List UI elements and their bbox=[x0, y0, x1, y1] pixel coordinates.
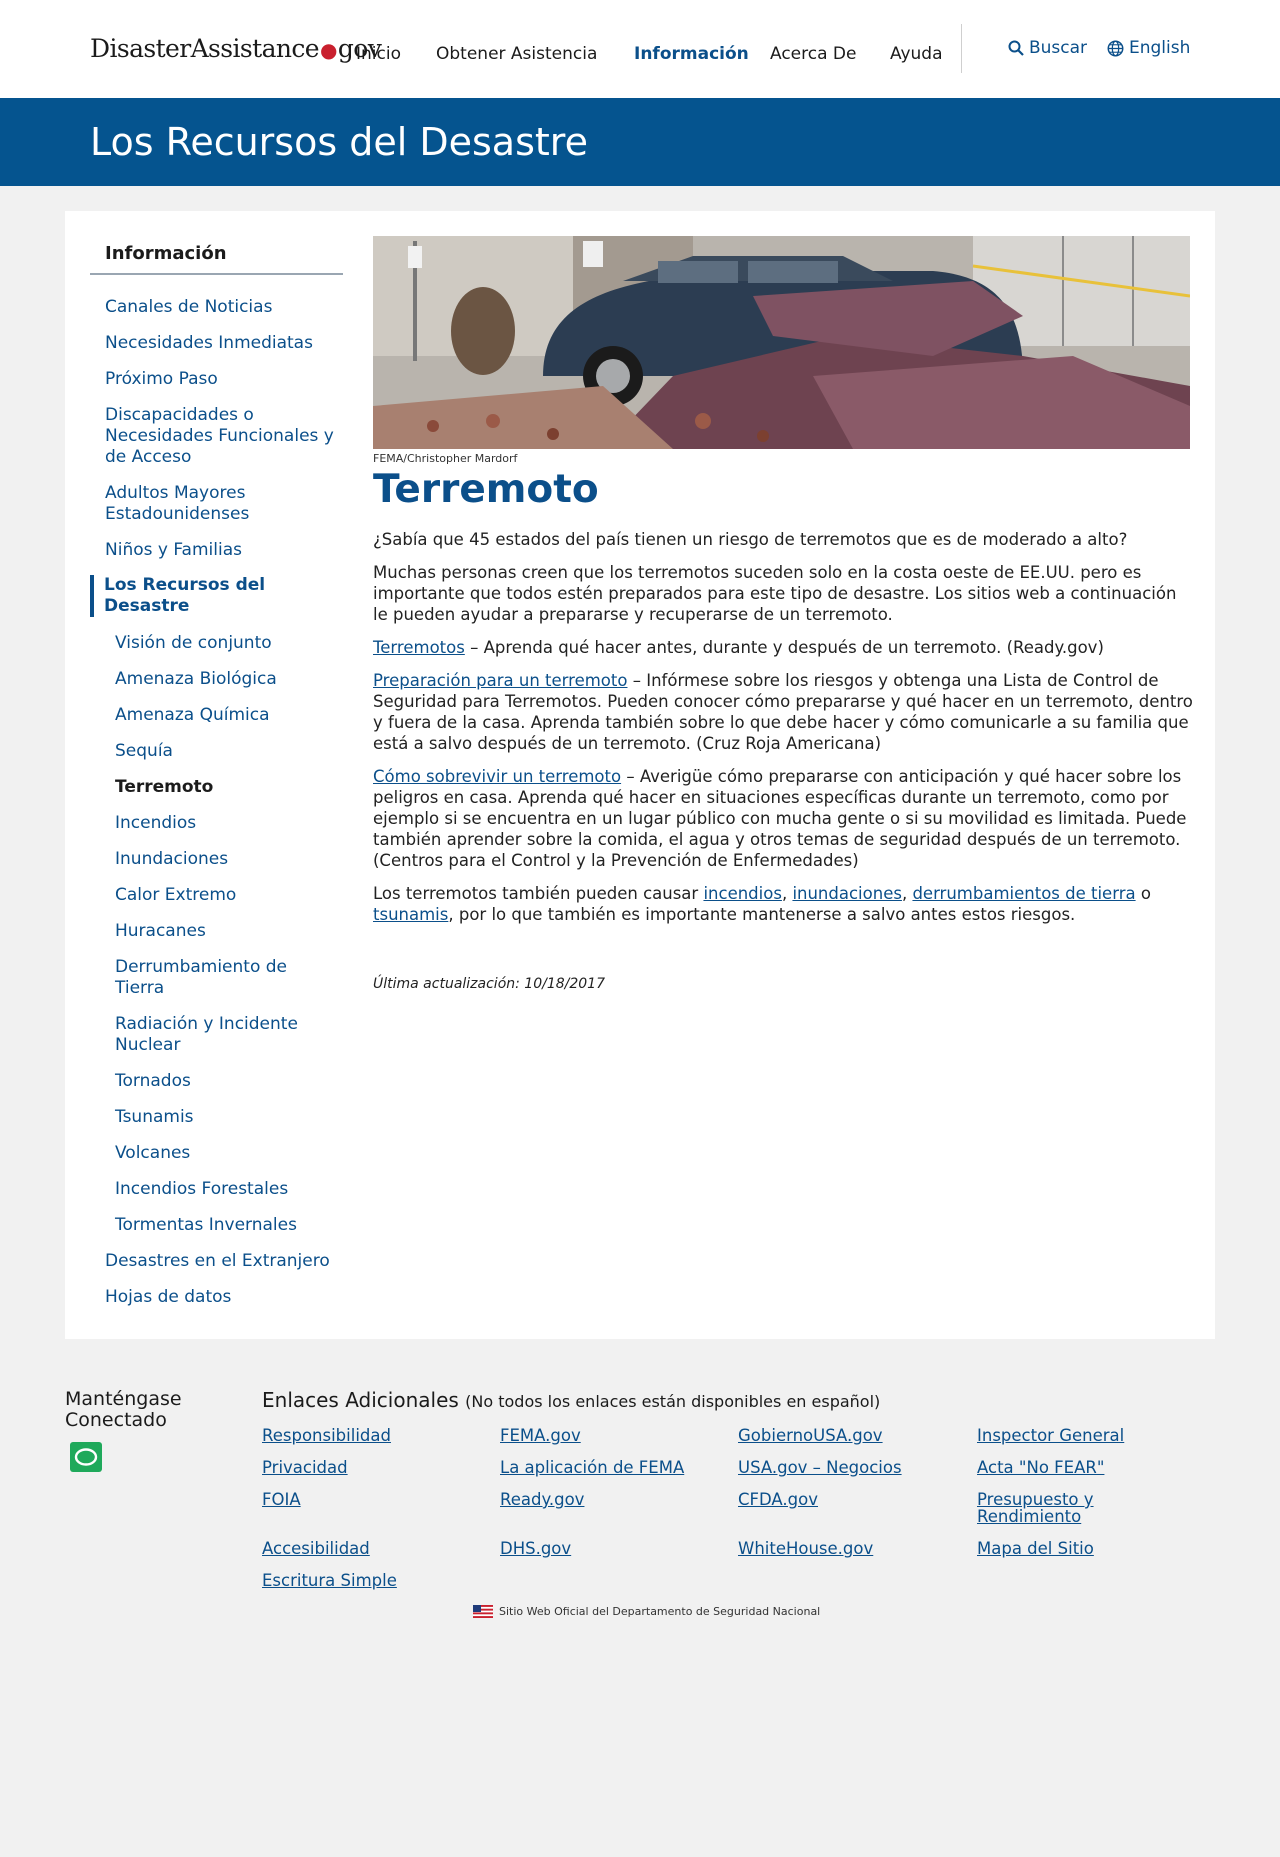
sidebar-subitem[interactable]: Huracanes bbox=[115, 921, 345, 942]
sidebar-subitem-current[interactable]: Terremoto bbox=[115, 777, 345, 798]
sidebar-subitem[interactable]: Tornados bbox=[115, 1071, 345, 1092]
sidebar-item-adultos-mayores[interactable]: Adultos Mayores Estadounidenses bbox=[105, 483, 335, 525]
chat-icon[interactable] bbox=[70, 1442, 102, 1472]
nav-acerca-de[interactable]: Acerca De bbox=[770, 44, 856, 64]
resource-text: – Aprenda qué hacer antes, durante y des… bbox=[464, 638, 1104, 657]
footer-link[interactable]: FEMA.gov bbox=[500, 1427, 700, 1444]
link-inundaciones[interactable]: inundaciones bbox=[792, 884, 902, 903]
sidebar-subitem[interactable]: Radiación y Incidente Nuclear bbox=[115, 1014, 305, 1056]
sidebar-subitem[interactable]: Calor Extremo bbox=[115, 885, 345, 906]
banner-title: Los Recursos del Desastre bbox=[90, 120, 588, 164]
sidebar-subitem[interactable]: Inundaciones bbox=[115, 849, 345, 870]
sidebar-item-extranjero[interactable]: Desastres en el Extranjero bbox=[105, 1251, 335, 1272]
sidebar-item-canales[interactable]: Canales de Noticias bbox=[105, 297, 335, 318]
footer-link[interactable]: USA.gov – Negocios bbox=[738, 1459, 938, 1476]
sidebar-subitem[interactable]: Visión de conjunto bbox=[115, 633, 345, 654]
sidebar-subitem[interactable]: Derrumbamiento de Tierra bbox=[115, 957, 305, 999]
search-label: Buscar bbox=[1029, 38, 1088, 58]
footer-link[interactable]: Presupuesto y Rendimiento bbox=[977, 1491, 1127, 1525]
footer-link[interactable]: WhiteHouse.gov bbox=[738, 1540, 938, 1557]
link-sobrevivir[interactable]: Cómo sobrevivir un terremoto bbox=[373, 767, 621, 786]
links-note: (No todos los enlaces están disponibles … bbox=[465, 1392, 881, 1411]
closing-text: , por lo que también es importante mante… bbox=[448, 905, 1076, 924]
article-body: ¿Sabía que 45 estados del país tienen un… bbox=[373, 529, 1193, 937]
us-flag-icon bbox=[473, 1605, 493, 1618]
search-link[interactable]: Buscar bbox=[1008, 38, 1087, 58]
site-logo[interactable]: DisasterAssistance●gov bbox=[90, 34, 382, 63]
sidebar-item-discapacidades[interactable]: Discapacidades o Necesidades Funcionales… bbox=[105, 405, 335, 468]
link-tsunamis[interactable]: tsunamis bbox=[373, 905, 448, 924]
links-title: Enlaces Adicionales bbox=[262, 1388, 459, 1412]
main-content-card: Información Canales de Noticias Necesida… bbox=[65, 211, 1215, 1339]
resource-paragraph: Preparación para un terremoto – Infórmes… bbox=[373, 670, 1193, 754]
closing-paragraph: Los terremotos también pueden causar inc… bbox=[373, 884, 1151, 924]
footer-link[interactable]: Ready.gov bbox=[500, 1491, 700, 1508]
stay-connected-title: Manténgase Conectado bbox=[65, 1388, 182, 1431]
footer-link[interactable]: Escritura Simple bbox=[262, 1572, 462, 1589]
sidebar-title: Información bbox=[105, 243, 227, 264]
footer-link[interactable]: Acta "No FEAR" bbox=[977, 1459, 1177, 1476]
paragraph: Muchas personas creen que los terremotos… bbox=[373, 563, 1177, 624]
sidebar-subitem[interactable]: Tormentas Invernales bbox=[115, 1215, 345, 1236]
language-link[interactable]: English bbox=[1107, 38, 1190, 58]
sidebar-item-recursos[interactable]: Los Recursos del Desastre bbox=[90, 575, 324, 617]
link-terremotos[interactable]: Terremotos bbox=[373, 638, 465, 657]
footer-link[interactable]: Mapa del Sitio bbox=[977, 1540, 1177, 1557]
footer-link[interactable]: CFDA.gov bbox=[738, 1491, 938, 1508]
official-site-notice: Sitio Web Oficial del Departamento de Se… bbox=[473, 1605, 820, 1618]
page-banner: Los Recursos del Desastre bbox=[0, 98, 1280, 186]
intro-paragraph: ¿Sabía que 45 estados del país tienen un… bbox=[373, 530, 1128, 549]
footer-link[interactable]: La aplicación de FEMA bbox=[500, 1459, 700, 1476]
nav-ayuda[interactable]: Ayuda bbox=[890, 44, 943, 64]
closing-text: o bbox=[1135, 884, 1151, 903]
search-icon bbox=[1008, 40, 1024, 56]
link-preparacion[interactable]: Preparación para un terremoto bbox=[373, 671, 627, 690]
sidebar-item-necesidades[interactable]: Necesidades Inmediatas bbox=[105, 333, 335, 354]
sidebar-subitem[interactable]: Amenaza Química bbox=[115, 705, 345, 726]
footer-link[interactable]: DHS.gov bbox=[500, 1540, 700, 1557]
footer-link[interactable]: Inspector General bbox=[977, 1427, 1177, 1444]
resource-paragraph: Terremotos – Aprenda qué hacer antes, du… bbox=[373, 637, 1193, 658]
sidebar-subitem[interactable]: Amenaza Biológica bbox=[115, 669, 345, 690]
page-title: Terremoto bbox=[373, 467, 599, 512]
footer-link[interactable]: Privacidad bbox=[262, 1459, 462, 1476]
footer-link[interactable]: Responsibilidad bbox=[262, 1427, 462, 1444]
nav-inicio[interactable]: Inicio bbox=[356, 44, 401, 64]
footer-link[interactable]: Accesibilidad bbox=[262, 1540, 462, 1557]
sidebar-divider bbox=[90, 273, 343, 275]
sidebar-item-ninos-familias[interactable]: Niños y Familias bbox=[105, 540, 335, 561]
closing-text: Los terremotos también pueden causar bbox=[373, 884, 704, 903]
globe-icon bbox=[1107, 40, 1124, 56]
sidebar-subitem[interactable]: Incendios bbox=[115, 813, 345, 834]
sidebar-subitem[interactable]: Tsunamis bbox=[115, 1107, 345, 1128]
site-header: DisasterAssistance●gov Inicio Obtener As… bbox=[0, 0, 1280, 98]
last-updated: Última actualización: 10/18/2017 bbox=[373, 976, 605, 992]
nav-obtener-asistencia[interactable]: Obtener Asistencia bbox=[436, 44, 597, 64]
sidebar-item-hojas[interactable]: Hojas de datos bbox=[105, 1287, 335, 1308]
resource-paragraph: Cómo sobrevivir un terremoto – Averigüe … bbox=[373, 766, 1193, 871]
language-label: English bbox=[1129, 38, 1191, 58]
link-derrumbamientos[interactable]: derrumbamientos de tierra bbox=[912, 884, 1135, 903]
sidebar-subitem[interactable]: Volcanes bbox=[115, 1143, 345, 1164]
official-text: Sitio Web Oficial del Departamento de Se… bbox=[499, 1605, 821, 1618]
sidebar-subitem[interactable]: Sequía bbox=[115, 741, 345, 762]
footer-link[interactable]: FOIA bbox=[262, 1491, 462, 1508]
nav-divider bbox=[961, 24, 962, 73]
nav-informacion[interactable]: Información bbox=[634, 44, 749, 64]
link-incendios[interactable]: incendios bbox=[703, 884, 781, 903]
photo-credit: FEMA/Christopher Mardorf bbox=[373, 452, 518, 465]
additional-links-title: Enlaces Adicionales (No todos los enlace… bbox=[262, 1388, 880, 1412]
footer-link[interactable]: GobiernoUSA.gov bbox=[738, 1427, 938, 1444]
sidebar-item-proximo-paso[interactable]: Próximo Paso bbox=[105, 369, 335, 390]
earthquake-photo bbox=[373, 236, 1190, 449]
sidebar-subitem[interactable]: Incendios Forestales bbox=[115, 1179, 345, 1200]
